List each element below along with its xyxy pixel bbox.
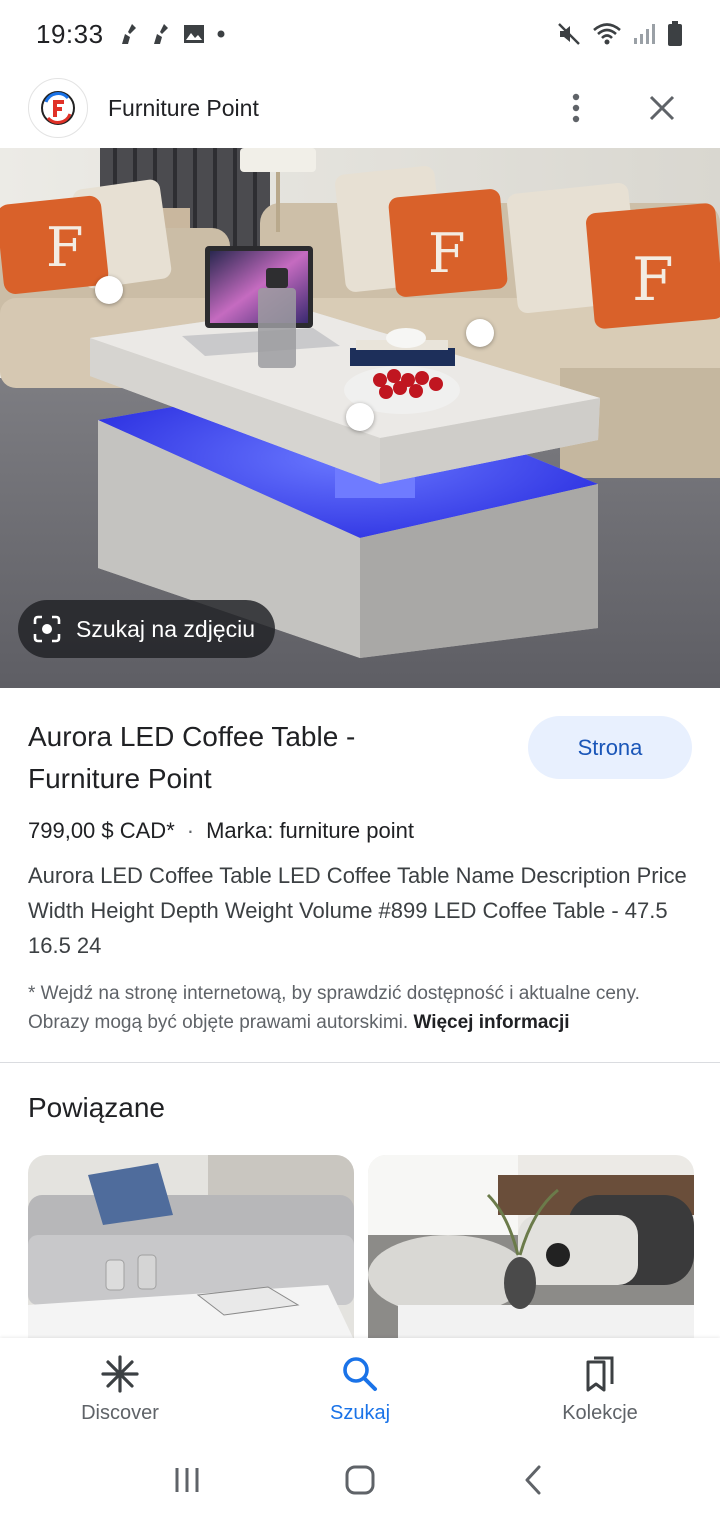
search-image-label: Szukaj na zdjęciu (76, 615, 255, 642)
svg-text:F: F (632, 245, 674, 315)
nav-label-collections: Kolekcje (562, 1402, 638, 1424)
product-meta: 799,00 $ CAD* · Marka: furniture point (28, 818, 692, 844)
header-actions (556, 88, 682, 128)
dot-icon (217, 30, 225, 38)
related-card[interactable] (28, 1155, 354, 1340)
status-system-icons (556, 20, 684, 48)
svg-text:F: F (428, 222, 465, 285)
home-icon (345, 1465, 375, 1495)
close-icon (649, 95, 675, 121)
related-image-living-room (368, 1155, 694, 1340)
product-description: Aurora LED Coffee Table LED Coffee Table… (28, 863, 687, 958)
broom-icon (121, 24, 136, 44)
more-options-button[interactable] (556, 88, 596, 128)
close-button[interactable] (642, 88, 682, 128)
site-name: Furniture Point (108, 94, 259, 121)
nav-collections[interactable]: Kolekcje (480, 1338, 720, 1440)
battery-icon (668, 21, 682, 46)
lens-icon (33, 615, 61, 643)
header: Furniture Point (0, 68, 720, 148)
search-image-chip[interactable]: Szukaj na zdjęciu (18, 600, 275, 658)
mute-icon (558, 23, 580, 45)
product-details: Aurora LED Coffee Table - Furniture Poin… (0, 688, 720, 1037)
related-heading: Powiązane (28, 1092, 165, 1123)
more-vert-icon (572, 93, 580, 123)
back-button[interactable] (513, 1460, 553, 1500)
system-nav (0, 1440, 720, 1520)
status-time: 19:33 (36, 18, 104, 49)
title-row: Aurora LED Coffee Table - Furniture Poin… (28, 716, 692, 800)
nav-label-search: Szukaj (329, 1402, 391, 1424)
section-divider (0, 1062, 720, 1063)
visit-site-button[interactable]: Strona (528, 716, 692, 779)
product-brand: Marka: furniture point (206, 818, 414, 843)
furniture-point-logo-icon (41, 91, 75, 125)
product-price: 799,00 $ CAD* (28, 818, 175, 843)
bottom-nav: Discover Szukaj Kolekcje (0, 1338, 720, 1440)
related-card[interactable] (368, 1155, 694, 1340)
disclaimer: * Wejdź na stronę internetową, by sprawd… (28, 979, 698, 1037)
nav-search[interactable]: Szukaj (240, 1338, 480, 1440)
status-bar: 19:33 (0, 0, 720, 68)
back-icon (525, 1465, 541, 1495)
product-image[interactable]: F F F Szukaj na zdjęciu (0, 148, 720, 688)
meta-separator: · (186, 818, 195, 843)
broom-icon (153, 24, 168, 44)
hotspot-sofa[interactable] (466, 319, 494, 347)
related-grid (28, 1155, 694, 1340)
search-icon (343, 1357, 377, 1391)
product-title[interactable]: Aurora LED Coffee Table - Furniture Poin… (28, 716, 458, 800)
wifi-icon (593, 23, 621, 45)
status-notification-icons (118, 22, 228, 46)
svg-text:F: F (46, 216, 83, 279)
nav-discover[interactable]: Discover (0, 1338, 240, 1440)
hotspot-pillow[interactable] (95, 276, 123, 304)
signal-icon (634, 24, 655, 44)
hotspot-table[interactable] (346, 403, 374, 431)
gallery-icon (183, 25, 204, 43)
related-image-sofa-table (28, 1155, 354, 1340)
more-info-link[interactable]: Więcej informacji (413, 1012, 569, 1033)
collections-icon (586, 1356, 614, 1392)
nav-label-discover: Discover (81, 1402, 159, 1424)
recents-button[interactable] (167, 1460, 207, 1500)
recents-icon (175, 1468, 199, 1492)
home-button[interactable] (340, 1460, 380, 1500)
site-logo[interactable] (28, 78, 88, 138)
asterisk-icon (101, 1355, 139, 1393)
